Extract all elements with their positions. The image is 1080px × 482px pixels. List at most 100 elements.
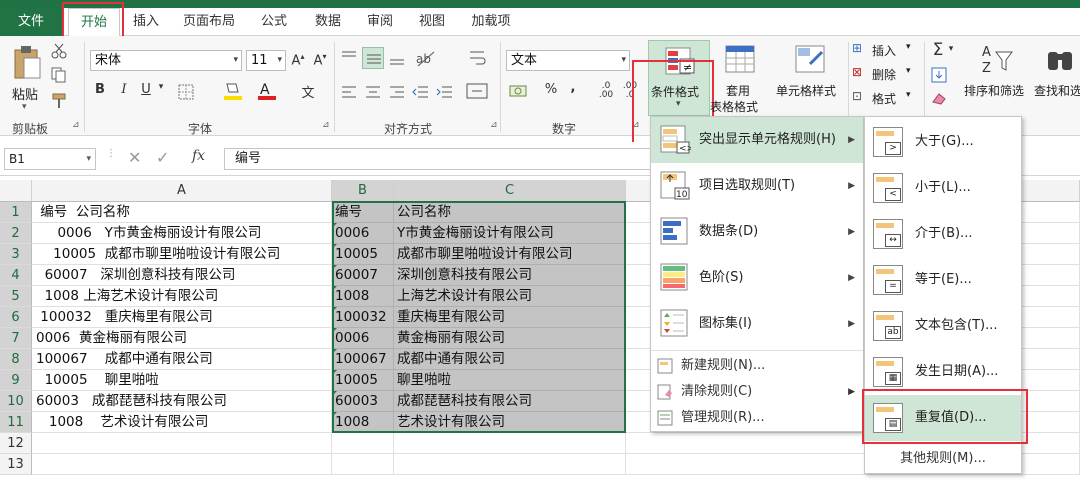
italic-icon[interactable]: I <box>116 82 132 97</box>
column-header-c[interactable]: C <box>394 180 626 202</box>
row-header[interactable]: 11 <box>0 412 32 433</box>
fill-down-icon[interactable] <box>930 66 948 84</box>
cut-icon[interactable] <box>50 42 68 60</box>
row-header[interactable]: 1 <box>0 202 32 223</box>
merge-center-icon[interactable] <box>466 82 490 102</box>
cell-c[interactable]: 成都市聊里啪啦设计有限公司 <box>394 244 626 265</box>
row-header[interactable]: 3 <box>0 244 32 265</box>
row-header[interactable]: 7 <box>0 328 32 349</box>
cell-b[interactable]: 编号 <box>332 202 394 223</box>
cell-c[interactable]: 公司名称 <box>394 202 626 223</box>
menu-item-more-rules[interactable]: 其他规则(M)... <box>865 447 1021 471</box>
format-painter-icon[interactable] <box>50 92 70 110</box>
enter-icon[interactable]: ✓ <box>156 148 169 167</box>
phonetic-icon[interactable]: 文 <box>298 82 318 101</box>
cell-style-button[interactable]: 单元格样式 <box>776 40 846 116</box>
cell-b[interactable]: 1008 <box>332 286 394 307</box>
row-header[interactable]: 9 <box>0 370 32 391</box>
cell-c[interactable]: 聊里啪啦 <box>394 370 626 391</box>
row-header[interactable]: 2 <box>0 223 32 244</box>
cell-a[interactable]: 100032 重庆梅里有限公司 <box>32 307 332 328</box>
menu-item-data-bars[interactable]: 数据条(D) ▶ <box>651 209 863 255</box>
tab-view[interactable]: 视图 <box>410 8 454 36</box>
dialog-launcher-icon[interactable]: ⊿ <box>632 120 640 130</box>
align-bottom-icon[interactable] <box>388 50 406 66</box>
align-left-icon[interactable] <box>340 84 358 100</box>
tab-file[interactable]: 文件 <box>0 8 62 36</box>
cell-a[interactable]: 1008 艺术设计有限公司 <box>32 412 332 433</box>
row-header[interactable]: 12 <box>0 433 32 454</box>
cell-c[interactable]: 成都琵琶科技有限公司 <box>394 391 626 412</box>
row-header[interactable]: 13 <box>0 454 32 475</box>
cell-a[interactable]: 100067 成都中通有限公司 <box>32 349 332 370</box>
align-center-icon[interactable] <box>364 84 382 100</box>
cell-b[interactable]: 0006 <box>332 223 394 244</box>
menu-item-new-rule[interactable]: 新建规则(N)... <box>651 353 863 379</box>
row-header[interactable]: 10 <box>0 391 32 412</box>
currency-icon[interactable] <box>508 82 532 102</box>
format-cells-button[interactable]: ⊡ 格式 ▾ <box>852 89 922 110</box>
dialog-launcher-icon[interactable]: ⊿ <box>72 120 80 130</box>
font-color-icon[interactable]: A <box>256 80 278 102</box>
tab-insert[interactable]: 插入 <box>124 8 168 36</box>
cell-a[interactable]: 编号 公司名称 <box>32 202 332 223</box>
insert-function-icon[interactable]: fx <box>192 148 205 164</box>
select-all-corner[interactable] <box>0 180 32 202</box>
font-name-select[interactable]: 宋体 ▾ <box>90 50 242 71</box>
fill-color-icon[interactable] <box>222 80 244 102</box>
row-header[interactable]: 6 <box>0 307 32 328</box>
name-box[interactable]: B1 ▾ <box>4 148 96 170</box>
increase-indent-icon[interactable] <box>436 84 454 100</box>
submenu-item-text-contains[interactable]: ab 文本包含(T)... <box>865 303 1021 349</box>
decrease-decimal-icon[interactable]: .00.0 <box>620 82 640 100</box>
bold-icon[interactable]: B <box>92 82 108 97</box>
column-header-b[interactable]: B <box>332 180 394 202</box>
cell-c[interactable] <box>394 454 626 475</box>
menu-item-highlight-rules[interactable]: <> 突出显示单元格规则(H) ▶ <box>651 117 863 163</box>
menu-item-clear-rules[interactable]: 清除规则(C) ▶ <box>651 379 863 405</box>
cell-c[interactable]: 成都中通有限公司 <box>394 349 626 370</box>
number-format-select[interactable]: 文本 ▾ <box>506 50 630 71</box>
cell-c[interactable] <box>394 433 626 454</box>
cell-b[interactable]: 10005 <box>332 370 394 391</box>
cell-b[interactable] <box>332 454 394 475</box>
cell-b[interactable]: 100067 <box>332 349 394 370</box>
tab-data[interactable]: 数据 <box>306 8 350 36</box>
cell-c[interactable]: Y市黄金梅丽设计有限公司 <box>394 223 626 244</box>
dialog-launcher-icon[interactable]: ⊿ <box>322 120 330 130</box>
dialog-launcher-icon[interactable]: ⊿ <box>490 120 498 130</box>
font-size-select[interactable]: 11 ▾ <box>246 50 286 71</box>
cell-a[interactable] <box>32 454 332 475</box>
cell-a[interactable]: 10005 成都市聊里啪啦设计有限公司 <box>32 244 332 265</box>
align-right-icon[interactable] <box>388 84 406 100</box>
cancel-icon[interactable]: ✕ <box>128 148 141 167</box>
shrink-font-icon[interactable]: A▾ <box>312 52 328 68</box>
formula-input[interactable]: 编号 <box>224 148 664 170</box>
tab-review[interactable]: 审阅 <box>358 8 402 36</box>
cell-b[interactable]: 60007 <box>332 265 394 286</box>
submenu-item-date-occurring[interactable]: ▦ 发生日期(A)... <box>865 349 1021 395</box>
chevron-down-icon[interactable]: ▾ <box>156 82 166 92</box>
cell-a[interactable]: 60003 成都琵琶科技有限公司 <box>32 391 332 412</box>
increase-decimal-icon[interactable]: .0.00 <box>596 82 616 100</box>
insert-cells-button[interactable]: ⊞ 插入 ▾ <box>852 41 922 62</box>
cell-a[interactable]: 0006 黄金梅丽有限公司 <box>32 328 332 349</box>
menu-item-color-scales[interactable]: 色阶(S) ▶ <box>651 255 863 301</box>
orientation-icon[interactable]: ab <box>414 48 438 68</box>
underline-icon[interactable]: U <box>138 82 154 97</box>
cell-c[interactable]: 上海艺术设计有限公司 <box>394 286 626 307</box>
cell-a[interactable]: 10005 聊里啪啦 <box>32 370 332 391</box>
row-header[interactable]: 4 <box>0 265 32 286</box>
align-middle-button[interactable] <box>362 47 384 69</box>
sort-filter-button[interactable]: AZ 排序和筛选 <box>962 40 1032 116</box>
submenu-item-equal-to[interactable]: = 等于(E)... <box>865 257 1021 303</box>
cell-c[interactable]: 黄金梅丽有限公司 <box>394 328 626 349</box>
cell-c[interactable]: 艺术设计有限公司 <box>394 412 626 433</box>
comma-style-icon[interactable]: , <box>568 80 578 95</box>
find-select-button[interactable]: 查找和选 <box>1034 40 1080 116</box>
tab-formulas[interactable]: 公式 <box>252 8 296 36</box>
delete-cells-button[interactable]: ⊠ 删除 ▾ <box>852 65 922 86</box>
submenu-item-greater-than[interactable]: > 大于(G)... <box>865 119 1021 165</box>
grow-font-icon[interactable]: A▴ <box>290 52 306 68</box>
autosum-icon[interactable]: Σ <box>930 40 946 60</box>
